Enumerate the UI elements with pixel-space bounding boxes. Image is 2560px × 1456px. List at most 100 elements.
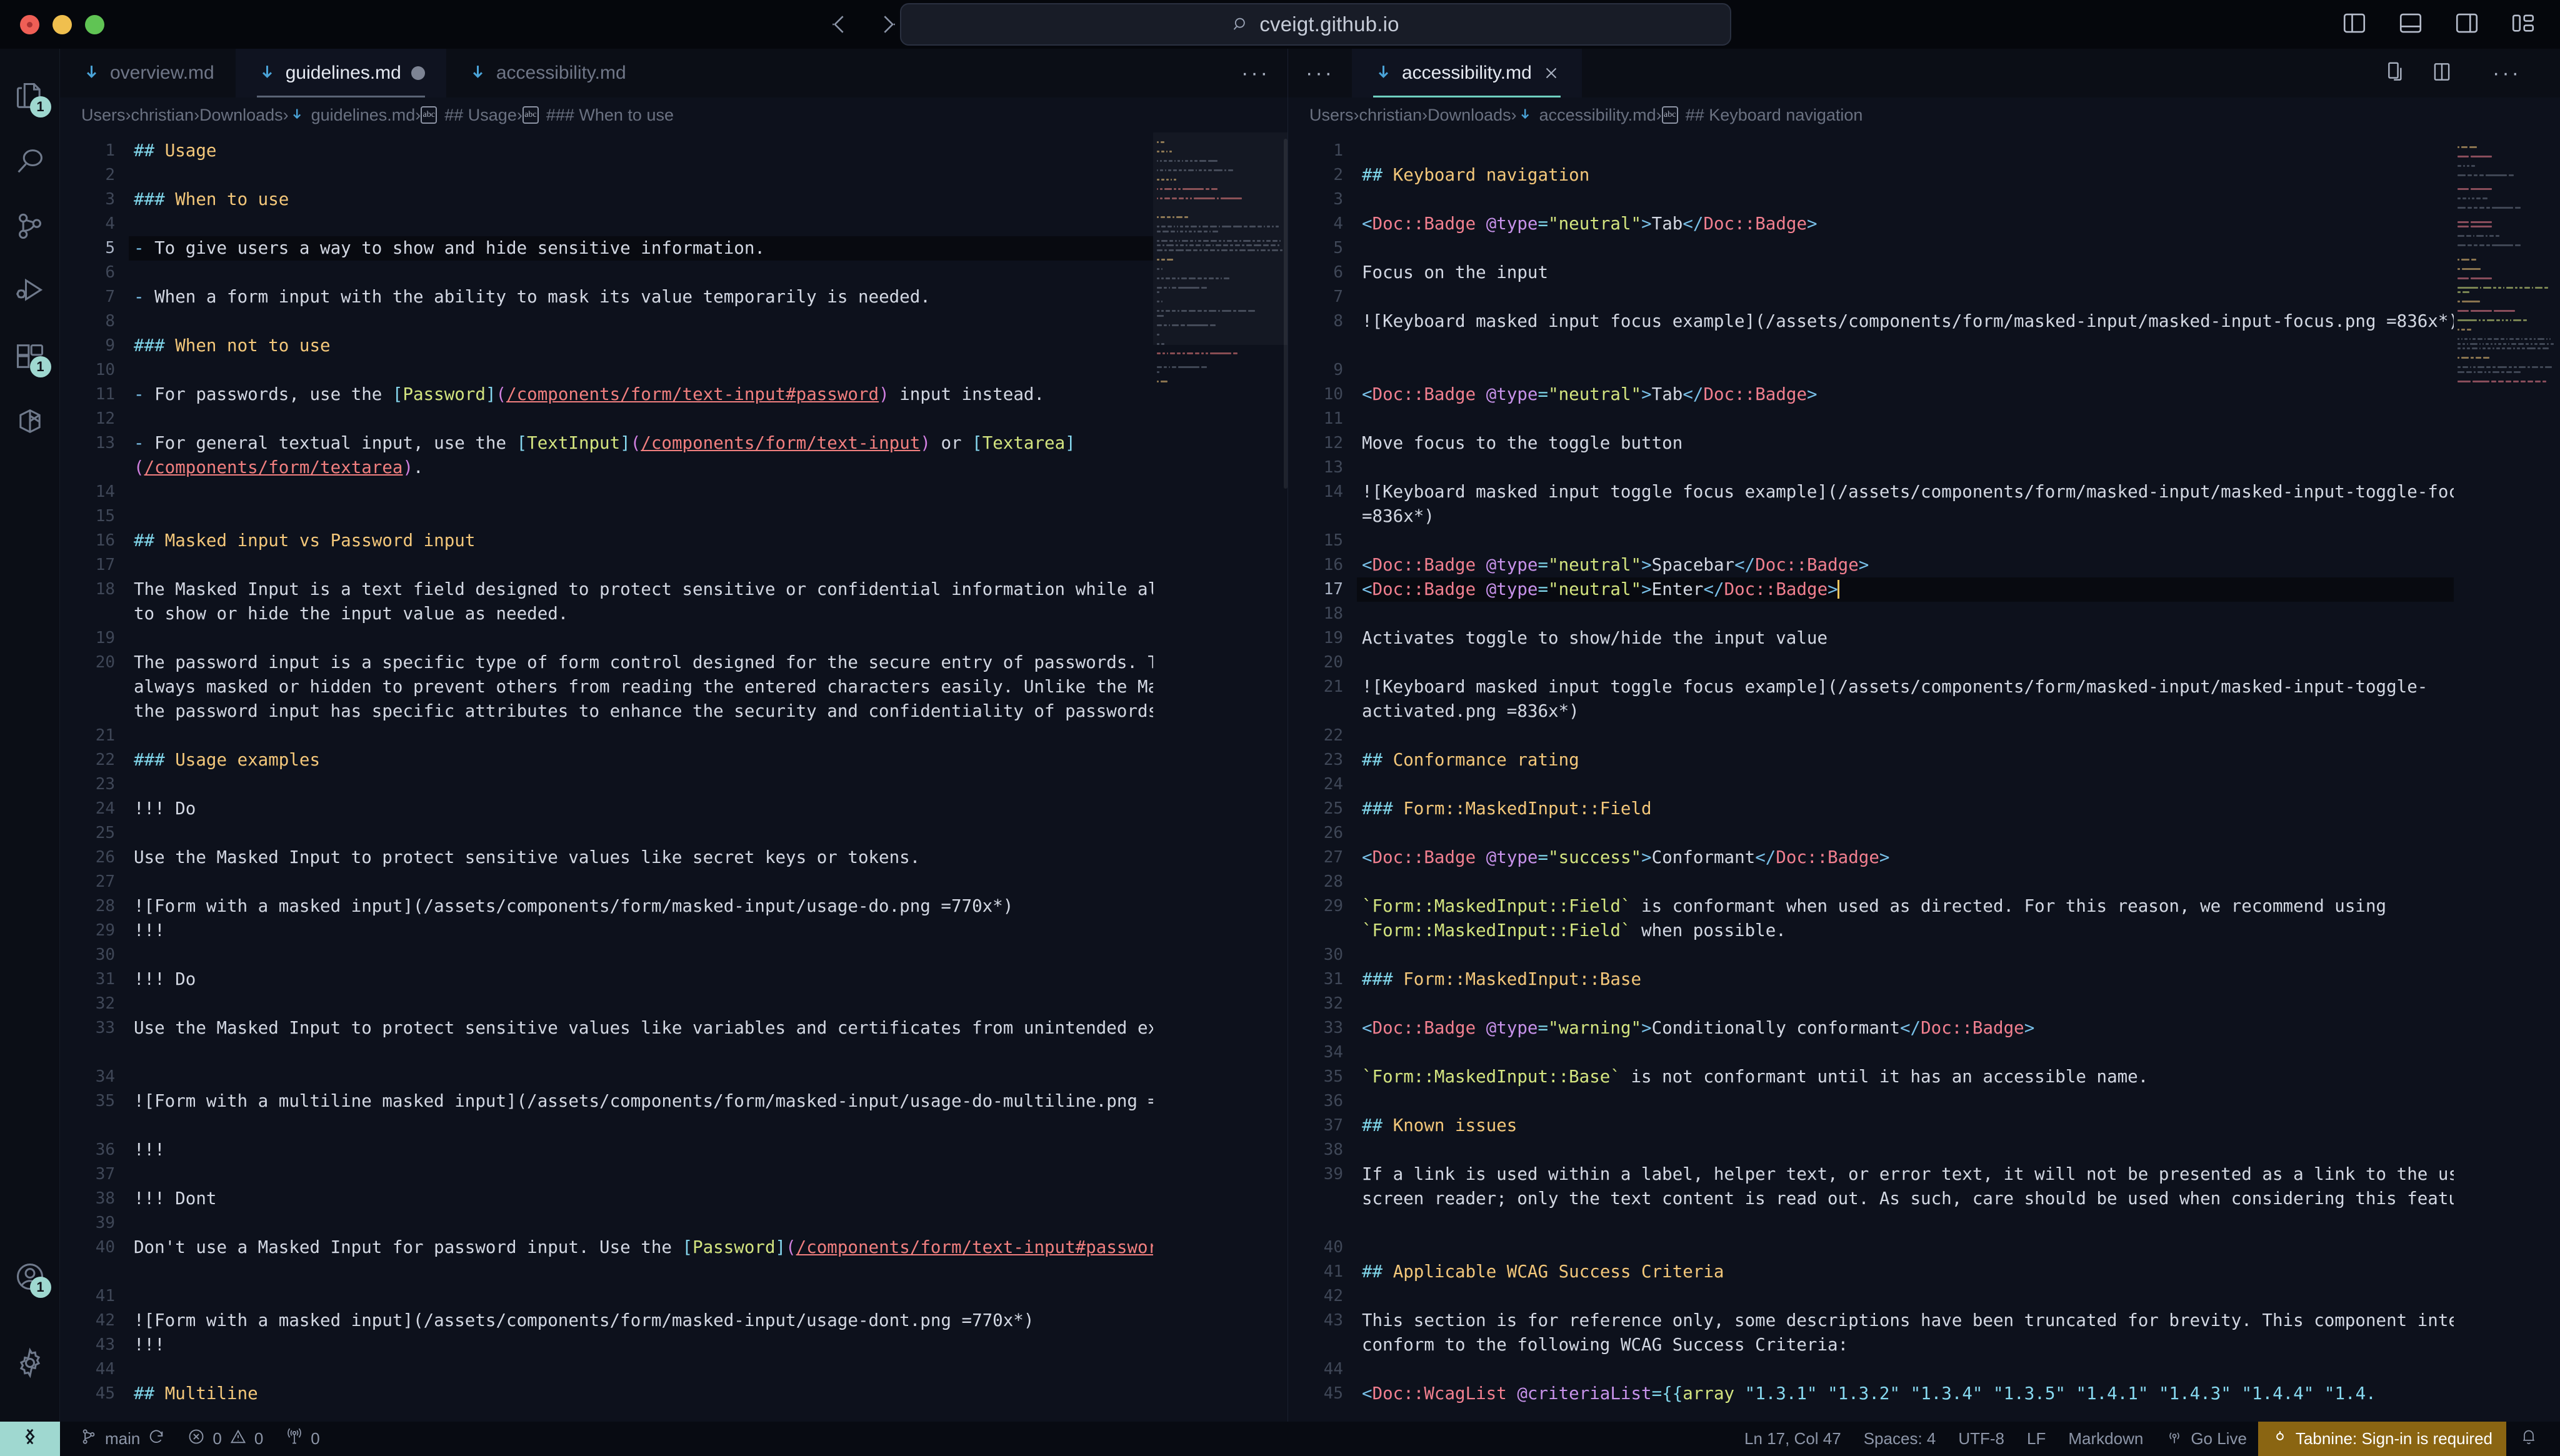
minimize-window-button[interactable] (52, 14, 72, 34)
code-line[interactable] (129, 504, 1288, 529)
breadcrumb-item[interactable]: Downloads (199, 106, 283, 125)
code-line[interactable]: ## Keyboard navigation (1357, 163, 2560, 187)
breadcrumb-item-file[interactable]: guidelines.md (289, 106, 415, 125)
code-line[interactable] (1357, 943, 2560, 967)
code-line[interactable]: !!! (129, 1333, 1288, 1357)
code-line[interactable] (129, 163, 1288, 187)
status-ports[interactable]: 0 (274, 1422, 331, 1456)
code-line[interactable]: Focus on the input (1357, 261, 2560, 285)
code-line[interactable]: ## Masked input vs Password input (129, 529, 1288, 553)
editor-scrollbar[interactable] (1284, 139, 1288, 489)
close-icon[interactable] (1542, 64, 1561, 82)
code-line[interactable]: - When a form input with the ability to … (129, 285, 1288, 309)
code-line[interactable]: <Doc::Badge @type="success">Conformant</… (1357, 845, 2560, 870)
code-line[interactable]: ## Applicable WCAG Success Criteria (1357, 1260, 2560, 1284)
code-line[interactable]: !!! Dont (129, 1187, 1288, 1211)
status-language-mode[interactable]: Markdown (2057, 1422, 2154, 1456)
status-branch[interactable]: main (69, 1422, 176, 1456)
breadcrumb-item-symbol[interactable]: abc ### When to use (522, 106, 674, 125)
code-line[interactable] (1357, 870, 2560, 894)
breadcrumb-item[interactable]: Downloads (1428, 106, 1511, 125)
code-line[interactable]: !!! (129, 1138, 1288, 1162)
code-line[interactable]: ## Known issues (1357, 1114, 2560, 1138)
code-line[interactable]: - To give users a way to show and hide s… (129, 236, 1288, 261)
status-tabnine[interactable]: Tabnine: Sign-in is required (2258, 1422, 2506, 1456)
code-line[interactable]: Move focus to the toggle button (1357, 431, 2560, 456)
code-line[interactable] (129, 1065, 1288, 1089)
code-line[interactable] (129, 1357, 1288, 1382)
code-line[interactable] (1357, 358, 2560, 382)
breadcrumb-item-file[interactable]: accessibility.md (1517, 106, 1656, 125)
code-line[interactable] (129, 212, 1288, 236)
breadcrumb-item-symbol[interactable]: abc ## Usage (421, 106, 517, 125)
status-problems[interactable]: 0 0 (176, 1422, 274, 1456)
maximize-window-button[interactable] (85, 14, 104, 34)
code-line[interactable]: `Form::MaskedInput::Field` is conformant… (1357, 894, 2560, 943)
code-line[interactable]: Activates toggle to show/hide the input … (1357, 626, 2560, 651)
code-line[interactable]: ![Form with a masked input](/assets/comp… (129, 1309, 1288, 1333)
code-line[interactable] (1357, 529, 2560, 553)
sidebar-item-search[interactable] (0, 130, 60, 195)
code-line[interactable]: If a link is used within a label, helper… (1357, 1162, 2560, 1235)
code-line[interactable]: ### When to use (129, 187, 1288, 212)
sidebar-item-source-control[interactable] (0, 195, 60, 260)
code-line[interactable] (129, 724, 1288, 748)
code-line[interactable]: ![Form with a masked input](/assets/comp… (129, 894, 1288, 919)
code-line[interactable] (129, 1162, 1288, 1187)
status-encoding[interactable]: UTF-8 (1947, 1422, 2016, 1456)
code-line[interactable]: This section is for reference only, some… (1357, 1309, 2560, 1357)
arrow-left-icon[interactable] (827, 11, 854, 38)
code-line[interactable]: - For passwords, use the [Password](/com… (129, 382, 1288, 407)
toggle-primary-sidebar-icon[interactable] (2341, 10, 2368, 39)
customize-layout-icon[interactable] (2510, 10, 2536, 39)
code-line[interactable]: ## Usage (129, 139, 1288, 163)
code-line[interactable] (129, 480, 1288, 504)
code-line[interactable]: ## Multiline (129, 1382, 1288, 1406)
code-line[interactable] (1357, 724, 2560, 748)
code-line[interactable] (129, 407, 1288, 431)
close-window-button[interactable] (20, 14, 39, 34)
code-line[interactable]: ### Form::MaskedInput::Base (1357, 967, 2560, 992)
code-line[interactable] (129, 261, 1288, 285)
tab-guidelines-md[interactable]: guidelines.md (235, 49, 446, 97)
code-line[interactable] (1357, 772, 2560, 797)
sidebar-item-manage[interactable] (0, 1332, 60, 1397)
code-line[interactable] (1357, 456, 2560, 480)
code-line[interactable] (1357, 651, 2560, 675)
tab-overview-md[interactable]: overview.md (60, 49, 236, 97)
code-line[interactable] (1357, 1089, 2560, 1114)
code-line[interactable]: ## Conformance rating (1357, 748, 2560, 772)
code-line[interactable]: ### Form::MaskedInput::Field (1357, 797, 2560, 821)
sidebar-item-extensions[interactable]: 1 (0, 325, 60, 390)
status-indentation[interactable]: Spaces: 4 (1852, 1422, 1948, 1456)
status-go-live[interactable]: Go Live (2154, 1422, 2258, 1456)
code-line[interactable] (1357, 1138, 2560, 1162)
command-center-search[interactable]: cveigt.github.io (900, 3, 1731, 46)
tab-accessibility-md-right[interactable]: accessibility.md (1351, 49, 1582, 97)
code-line[interactable] (1357, 1284, 2560, 1309)
code-line[interactable]: !!! Do (129, 967, 1288, 992)
minimap-viewport-slider[interactable] (1153, 132, 1288, 345)
open-changes-icon[interactable] (2385, 60, 2409, 87)
code-line[interactable]: ### When not to use (129, 334, 1288, 358)
breadcrumb-item[interactable]: christian (131, 106, 194, 125)
code-line[interactable] (129, 772, 1288, 797)
code-line[interactable]: <Doc::Badge @type="warning">Conditionall… (1357, 1016, 2560, 1040)
sidebar-item-accounts[interactable]: 1 (0, 1245, 60, 1310)
editor-overflow-actions[interactable]: ··· (1288, 49, 1352, 97)
status-notifications[interactable] (2506, 1422, 2554, 1456)
code-line[interactable] (1357, 139, 2560, 163)
code-line[interactable] (129, 821, 1288, 845)
sync-icon[interactable] (148, 1428, 165, 1450)
code-line[interactable]: The Masked Input is a text field designe… (129, 577, 1288, 626)
code-line[interactable]: <Doc::Badge @type="neutral">Enter</Doc::… (1357, 577, 2560, 602)
code-line[interactable] (1357, 1357, 2560, 1382)
code-line[interactable]: ### Usage examples (129, 748, 1288, 772)
code-line[interactable] (129, 992, 1288, 1016)
toggle-panel-icon[interactable] (2398, 10, 2424, 39)
editor-right[interactable]: 1 2 3 4 5 6 7 8 9 10 11 12 13 14 15 16 17 18 19 20 21 22 23 24 2… (1288, 132, 2560, 1422)
breadcrumb-item[interactable]: Users (81, 106, 126, 125)
remote-window-indicator[interactable] (0, 1422, 60, 1456)
more-actions-icon[interactable]: ··· (2475, 61, 2539, 86)
code-line[interactable]: ![Keyboard masked input toggle focus exa… (1357, 675, 2560, 724)
